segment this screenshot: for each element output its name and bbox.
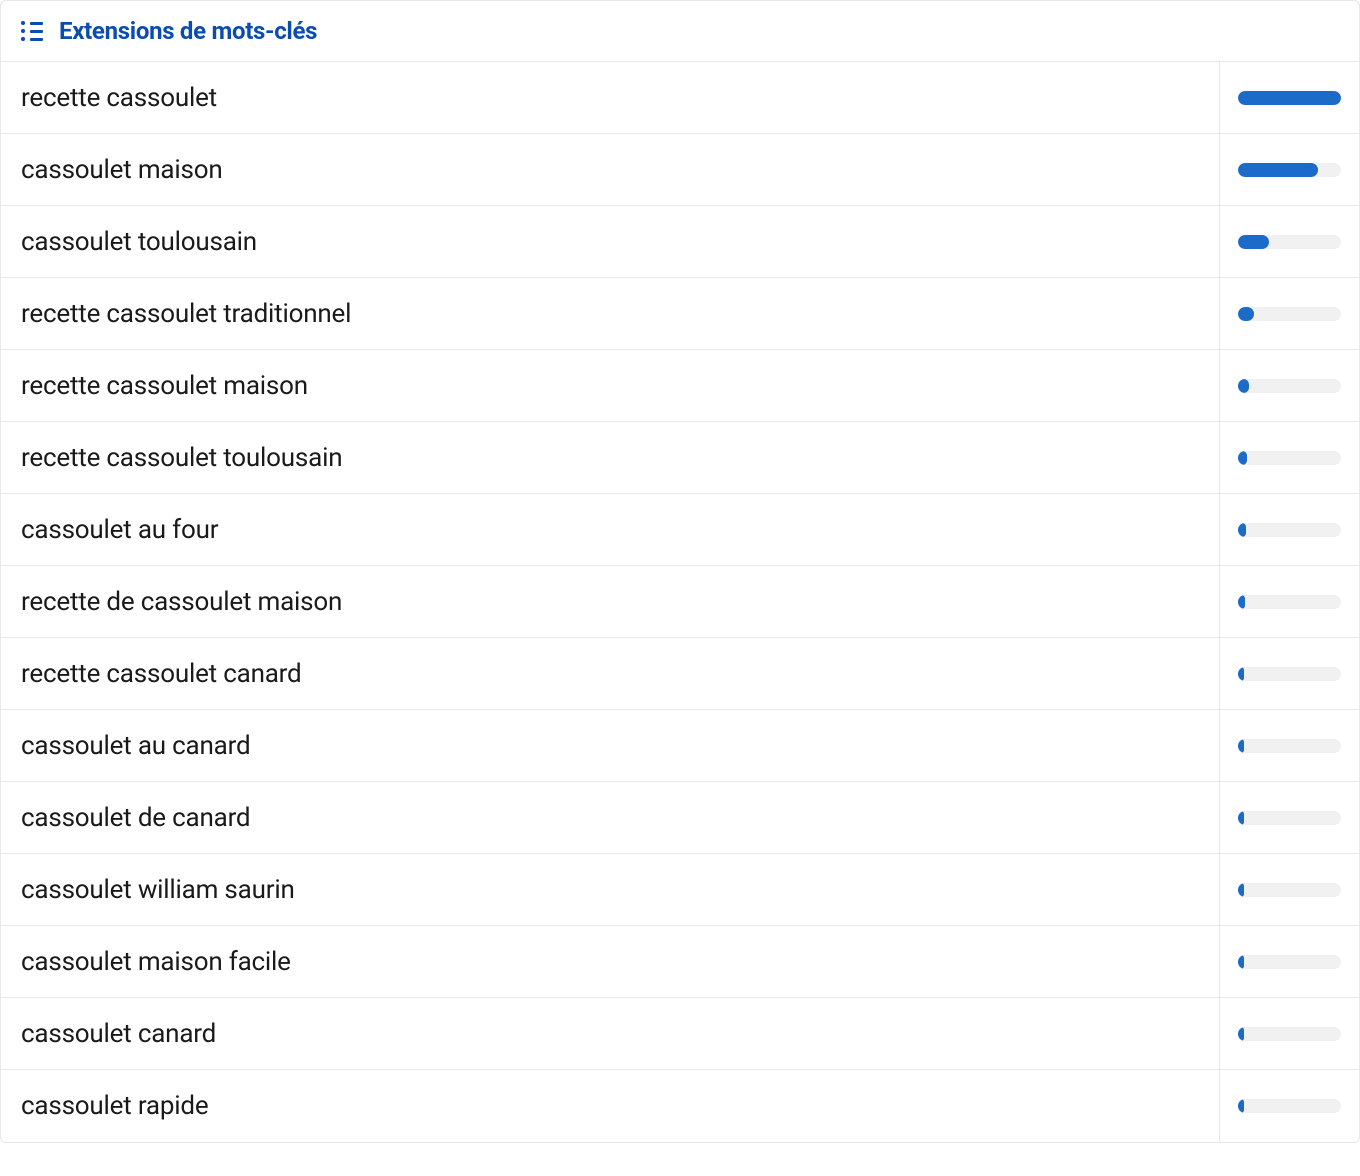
score-bar-fill	[1238, 235, 1269, 249]
score-bar-fill	[1238, 379, 1249, 393]
score-bar-fill	[1238, 1027, 1244, 1041]
score-bar-track	[1238, 595, 1341, 609]
keyword-label: recette cassoulet traditionnel	[1, 299, 1219, 329]
score-bar-cell	[1219, 710, 1359, 781]
score-bar-track	[1238, 811, 1341, 825]
keyword-label: recette cassoulet canard	[1, 659, 1219, 689]
score-bar-cell	[1219, 62, 1359, 133]
keyword-row[interactable]: cassoulet au canard	[1, 710, 1359, 782]
keyword-row[interactable]: recette cassoulet toulousain	[1, 422, 1359, 494]
score-bar-fill	[1238, 163, 1318, 177]
score-bar-track	[1238, 451, 1341, 465]
score-bar-track	[1238, 955, 1341, 969]
score-bar-cell	[1219, 278, 1359, 349]
keyword-row[interactable]: cassoulet au four	[1, 494, 1359, 566]
score-bar-cell	[1219, 494, 1359, 565]
score-bar-cell	[1219, 926, 1359, 997]
keyword-label: cassoulet toulousain	[1, 227, 1219, 257]
score-bar-cell	[1219, 134, 1359, 205]
score-bar-fill	[1238, 91, 1341, 105]
keyword-row[interactable]: recette cassoulet canard	[1, 638, 1359, 710]
score-bar-track	[1238, 739, 1341, 753]
keyword-label: cassoulet maison	[1, 155, 1219, 185]
keyword-label: cassoulet rapide	[1, 1091, 1219, 1121]
score-bar-track	[1238, 163, 1341, 177]
keyword-row[interactable]: recette cassoulet	[1, 62, 1359, 134]
score-bar-cell	[1219, 854, 1359, 925]
score-bar-fill	[1238, 811, 1244, 825]
score-bar-fill	[1238, 1099, 1244, 1113]
score-bar-fill	[1238, 955, 1244, 969]
score-bar-cell	[1219, 566, 1359, 637]
score-bar-fill	[1238, 883, 1244, 897]
score-bar-fill	[1238, 451, 1247, 465]
keyword-label: cassoulet canard	[1, 1019, 1219, 1049]
keyword-rows: recette cassoulet cassoulet maison cassoul…	[1, 62, 1359, 1142]
keyword-label: cassoulet de canard	[1, 803, 1219, 833]
panel-title: Extensions de mots-clés	[59, 17, 317, 45]
score-bar-track	[1238, 379, 1341, 393]
keyword-row[interactable]: cassoulet rapide	[1, 1070, 1359, 1142]
score-bar-fill	[1238, 667, 1244, 681]
keyword-label: recette cassoulet toulousain	[1, 443, 1219, 473]
keyword-row[interactable]: cassoulet canard	[1, 998, 1359, 1070]
score-bar-fill	[1238, 739, 1244, 753]
keyword-row[interactable]: cassoulet maison	[1, 134, 1359, 206]
list-icon	[21, 21, 43, 41]
score-bar-cell	[1219, 350, 1359, 421]
keyword-extensions-panel: Extensions de mots-clés recette cassoule…	[0, 0, 1360, 1143]
keyword-label: recette cassoulet	[1, 83, 1219, 113]
keyword-label: cassoulet au canard	[1, 731, 1219, 761]
keyword-label: cassoulet au four	[1, 515, 1219, 545]
keyword-row[interactable]: recette de cassoulet maison	[1, 566, 1359, 638]
score-bar-cell	[1219, 998, 1359, 1069]
score-bar-cell	[1219, 782, 1359, 853]
score-bar-track	[1238, 91, 1341, 105]
score-bar-track	[1238, 1027, 1341, 1041]
keyword-row[interactable]: recette cassoulet maison	[1, 350, 1359, 422]
score-bar-fill	[1238, 523, 1246, 537]
keyword-label: cassoulet william saurin	[1, 875, 1219, 905]
score-bar-fill	[1238, 595, 1245, 609]
score-bar-track	[1238, 523, 1341, 537]
keyword-label: recette cassoulet maison	[1, 371, 1219, 401]
score-bar-cell	[1219, 638, 1359, 709]
keyword-row[interactable]: recette cassoulet traditionnel	[1, 278, 1359, 350]
keyword-row[interactable]: cassoulet maison facile	[1, 926, 1359, 998]
score-bar-fill	[1238, 307, 1254, 321]
score-bar-cell	[1219, 206, 1359, 277]
keyword-row[interactable]: cassoulet william saurin	[1, 854, 1359, 926]
score-bar-track	[1238, 883, 1341, 897]
keyword-row[interactable]: cassoulet de canard	[1, 782, 1359, 854]
score-bar-track	[1238, 307, 1341, 321]
keyword-row[interactable]: cassoulet toulousain	[1, 206, 1359, 278]
keyword-label: recette de cassoulet maison	[1, 587, 1219, 617]
panel-header: Extensions de mots-clés	[1, 1, 1359, 62]
score-bar-cell	[1219, 1070, 1359, 1142]
score-bar-cell	[1219, 422, 1359, 493]
score-bar-track	[1238, 667, 1341, 681]
score-bar-track	[1238, 235, 1341, 249]
score-bar-track	[1238, 1099, 1341, 1113]
keyword-label: cassoulet maison facile	[1, 947, 1219, 977]
